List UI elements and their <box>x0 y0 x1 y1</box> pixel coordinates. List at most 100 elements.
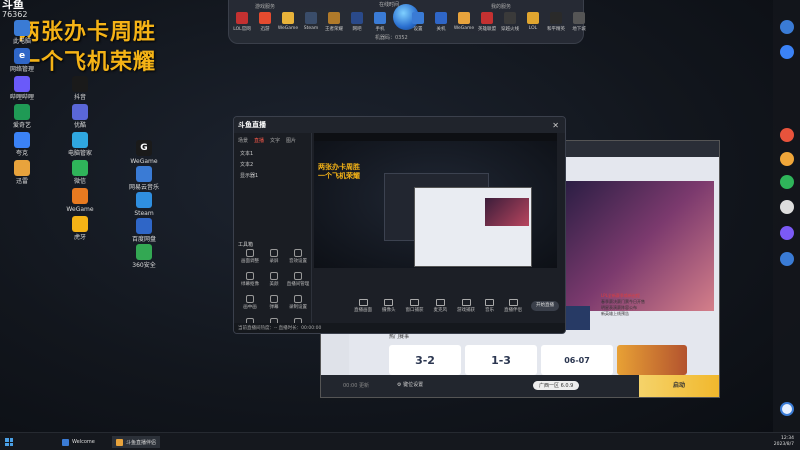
dock-item-icon <box>374 12 386 24</box>
desktop-icon[interactable]: 优酷 <box>58 104 102 129</box>
launch-button[interactable]: 启动 <box>639 375 719 397</box>
promo-card[interactable] <box>617 345 687 375</box>
launcher-thumb[interactable] <box>566 306 590 330</box>
server-select[interactable]: 广西一区 6.0.9 <box>533 381 580 390</box>
dock-item[interactable]: WeGame <box>277 12 299 31</box>
desktop-icon[interactable]: 微信 <box>58 160 102 185</box>
source-button[interactable]: 麦克风 <box>434 299 447 313</box>
match-card[interactable]: 06-07 <box>541 345 613 375</box>
desktop-icon-label: WeGame <box>130 158 158 165</box>
scene-item[interactable]: 文本1 <box>234 148 311 159</box>
preview-line1: 两张办卡周胜 <box>318 163 360 171</box>
desktop-icon-label: 网络管理 <box>9 66 34 73</box>
tool-item[interactable]: 弹幕 <box>262 295 286 310</box>
launcher-banner[interactable] <box>566 181 714 311</box>
tab-text[interactable]: 文字 <box>270 137 280 144</box>
tool-item[interactable]: 录制设置 <box>286 295 310 310</box>
match-card[interactable]: 1-3 <box>465 345 537 375</box>
source-button[interactable]: 直播伴侣 <box>504 299 522 313</box>
tool-item[interactable]: 录屏 <box>262 249 286 264</box>
desktop-icon[interactable]: Steam <box>122 192 166 217</box>
app-icon <box>72 216 88 232</box>
taskbar-clock[interactable]: 12:34 2023/8/7 <box>774 436 794 448</box>
desktop-icon[interactable]: 爱奇艺 <box>0 104 44 129</box>
dock-item-label: 设置 <box>413 27 423 32</box>
sidebar-app-icon[interactable] <box>780 175 794 189</box>
sidebar-app-icon[interactable] <box>780 45 794 59</box>
desktop-icon-label: 微信 <box>73 178 86 185</box>
sidebar-app-icon[interactable] <box>780 226 794 240</box>
tool-item[interactable]: 音效设置 <box>286 249 310 264</box>
dock-left-label: 游戏服务 <box>255 4 276 10</box>
dock-item[interactable]: 迅游 <box>254 12 276 32</box>
desktop-icon[interactable]: 360安全 <box>122 244 166 269</box>
sidebar-home-icon[interactable] <box>780 402 794 416</box>
dock-item[interactable]: 网吧 <box>346 12 368 32</box>
app-icon <box>72 188 88 204</box>
app-icon <box>136 166 152 182</box>
desktop-icon-label: 网易云音乐 <box>128 184 159 191</box>
desktop-icon[interactable]: 百度网盘 <box>122 218 166 243</box>
desktop-icon[interactable]: 电脑管家 <box>58 132 102 157</box>
dock-item-label: 和平精英 <box>547 27 565 32</box>
tool-item[interactable]: 画中画 <box>238 295 262 310</box>
dock-item-icon <box>305 12 317 24</box>
tool-item[interactable]: 美颜 <box>262 272 286 287</box>
desktop-icon[interactable]: 迅雷 <box>0 160 44 185</box>
tab-scene[interactable]: 场景 <box>238 137 248 144</box>
app-icon <box>14 132 30 148</box>
sidebar-app-icon[interactable] <box>780 252 794 266</box>
dock-item-label: 英雄联盟 <box>478 27 496 32</box>
close-icon[interactable]: ✕ <box>552 121 559 130</box>
desktop-icon[interactable]: 此电脑 <box>0 20 44 45</box>
sidebar-app-icon[interactable] <box>780 20 794 34</box>
desktop-icon[interactable]: 哔哩哔哩 <box>0 76 44 101</box>
dock-item[interactable]: 地下城 <box>568 12 590 32</box>
dock-item[interactable]: 英雄联盟 <box>476 12 498 32</box>
app-icon <box>72 76 88 92</box>
sidebar-app-icon[interactable] <box>780 152 794 166</box>
dock-item[interactable]: 设置 <box>407 12 429 32</box>
source-button[interactable]: 直播画面 <box>354 299 372 313</box>
tab-live[interactable]: 直播 <box>254 137 264 144</box>
source-button[interactable]: 音乐 <box>485 299 494 313</box>
preview-line2: 一个飞机荣耀 <box>318 172 360 180</box>
sidebar-app-icon[interactable] <box>780 128 794 142</box>
dock-item[interactable]: 手机 <box>369 12 391 32</box>
tab-image[interactable]: 图片 <box>286 137 296 144</box>
desktop-icon[interactable]: 虎牙 <box>58 216 102 241</box>
source-button[interactable]: 窗口捕获 <box>406 299 424 313</box>
dock-item[interactable]: Steam <box>300 12 322 31</box>
tool-item[interactable]: 直播间管理 <box>286 272 310 287</box>
scene-item[interactable]: 显示器1 <box>234 170 311 181</box>
sidebar-app-icon[interactable] <box>780 200 794 214</box>
launcher-settings-button[interactable]: ⚙ 键位设置 <box>397 381 423 388</box>
tool-icon <box>246 295 254 303</box>
windows-start-icon[interactable] <box>5 438 13 446</box>
tool-item[interactable]: 绿幕抠像 <box>238 272 262 287</box>
dock-item[interactable]: WeGame <box>453 12 475 31</box>
dock-item[interactable]: 穿越火线 <box>499 12 521 32</box>
news-item[interactable]: 新英雄上线预告 <box>601 311 696 317</box>
source-label: 直播画面 <box>354 308 372 313</box>
scene-item[interactable]: 文本2 <box>234 159 311 170</box>
dock-item[interactable]: LOL <box>522 12 544 31</box>
desktop-icon[interactable]: G WeGame <box>122 140 166 165</box>
taskbar-app[interactable]: Welcome <box>58 436 99 448</box>
desktop-icon[interactable]: WeGame <box>58 188 102 213</box>
desktop-icon[interactable]: e 网络管理 <box>0 48 44 73</box>
desktop-icon[interactable]: 夸克 <box>0 132 44 157</box>
tool-item[interactable]: 画面调整 <box>238 249 262 264</box>
dock-item[interactable]: 关机 <box>430 12 452 32</box>
source-button[interactable]: 游戏捕获 <box>457 299 475 313</box>
match-card[interactable]: 3-2 <box>389 345 461 375</box>
dock-item[interactable]: 王者荣耀 <box>323 12 345 32</box>
desktop-icon-label: 虎牙 <box>73 234 86 241</box>
source-button[interactable]: 摄像头 <box>382 299 396 313</box>
dock-item[interactable]: 和平精英 <box>545 12 567 32</box>
dock-item[interactable]: LOL官网 <box>231 12 253 32</box>
desktop-icon[interactable]: 网易云音乐 <box>122 166 166 191</box>
taskbar-app[interactable]: 斗鱼直播伴侣 <box>112 436 161 448</box>
start-live-button[interactable]: 开始直播 <box>531 301 559 311</box>
desktop-icon[interactable]: 抖音 <box>58 76 102 101</box>
